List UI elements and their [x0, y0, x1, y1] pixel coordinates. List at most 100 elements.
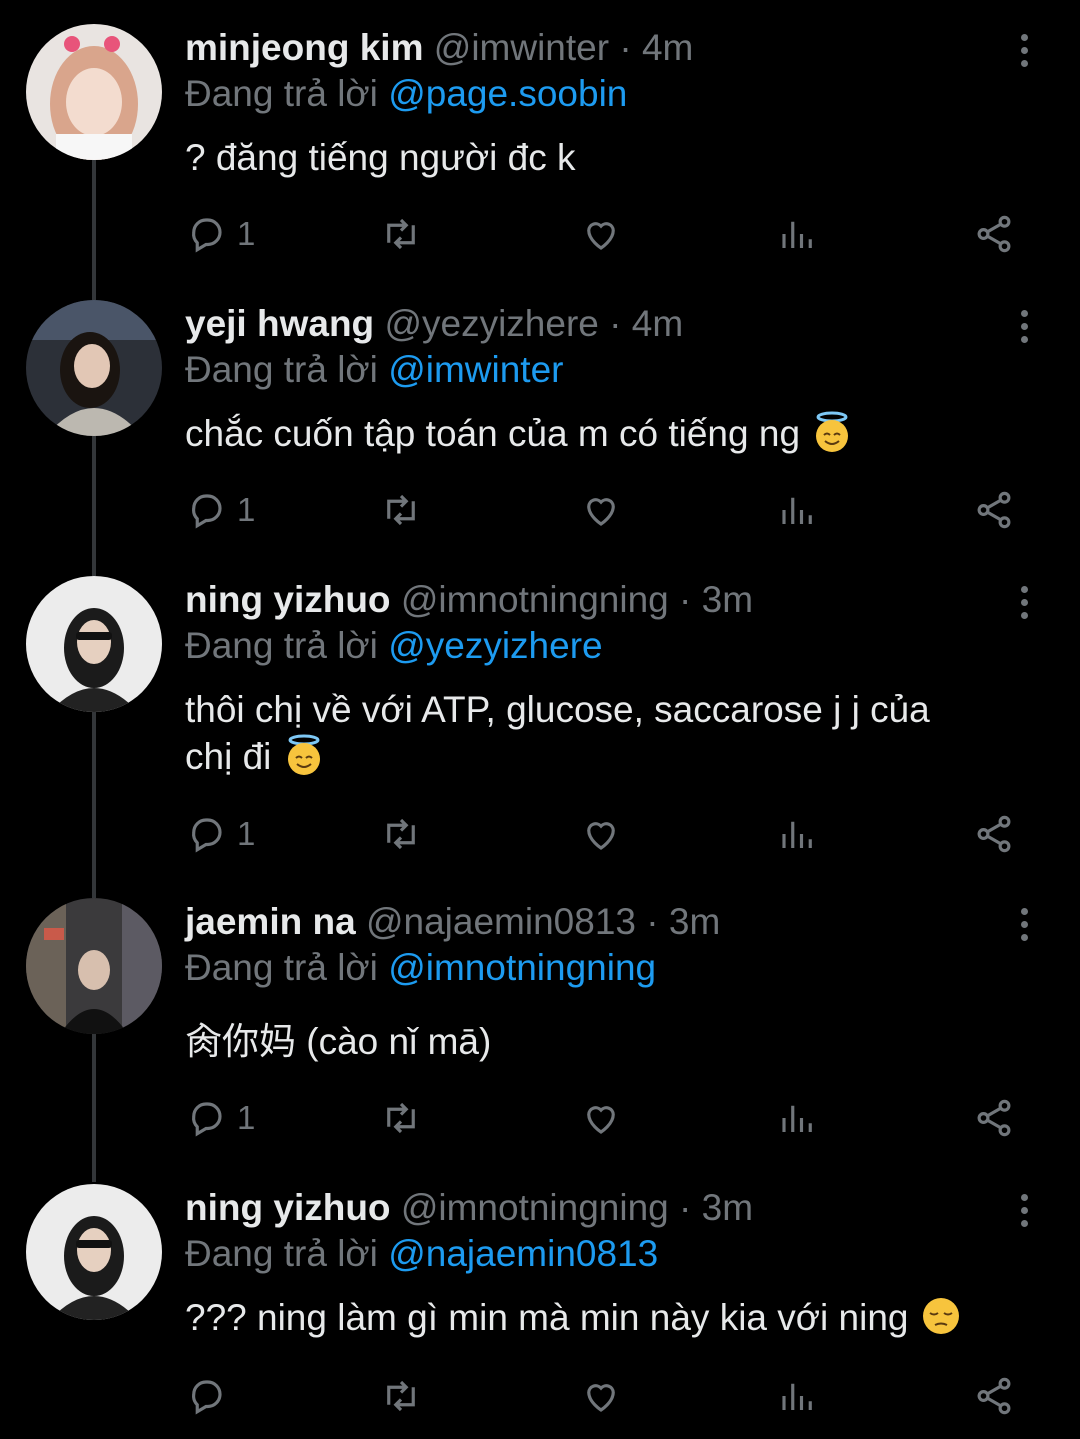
user-handle[interactable]: @imwinter — [434, 27, 609, 68]
timestamp[interactable]: · 3m — [646, 901, 720, 942]
reply-button[interactable]: 1 — [185, 1096, 255, 1140]
avatar[interactable] — [26, 1184, 162, 1320]
more-icon[interactable] — [1012, 310, 1036, 350]
views-icon — [782, 1383, 812, 1410]
reply-count: 1 — [237, 491, 256, 528]
views-button[interactable] — [777, 812, 819, 856]
tweet[interactable]: ning yizhuo @imnotningning · 3m Đang trả… — [0, 1184, 1080, 1434]
share-button[interactable] — [973, 212, 1015, 256]
tweet-text: chắc cuốn tập toán của m có tiếng ng — [185, 410, 1045, 457]
retweet-icon — [387, 1102, 415, 1134]
user-handle[interactable]: @imnotningning — [401, 579, 669, 620]
reply-mention-link[interactable]: @yezyizhere — [388, 625, 602, 666]
display-name[interactable]: jaemin na — [185, 901, 356, 942]
like-button[interactable] — [580, 1374, 622, 1418]
reply-context: Đang trả lời @imwinter — [185, 348, 564, 392]
avatar[interactable] — [26, 300, 162, 436]
action-bar: 1 — [185, 488, 1035, 532]
retweet-button[interactable] — [380, 812, 422, 856]
avatar[interactable] — [26, 24, 162, 160]
timestamp[interactable]: · 4m — [619, 27, 693, 68]
retweet-button[interactable] — [380, 488, 422, 532]
display-name[interactable]: yeji hwang — [185, 303, 374, 344]
retweet-button[interactable] — [380, 212, 422, 256]
user-handle[interactable]: @najaemin0813 — [366, 901, 636, 942]
more-icon[interactable] — [1012, 586, 1036, 626]
reply-mention-link[interactable]: @najaemin0813 — [388, 1233, 658, 1274]
timestamp[interactable]: · 3m — [679, 1187, 753, 1228]
share-button[interactable] — [973, 488, 1015, 532]
avatar[interactable] — [26, 898, 162, 1034]
tweet[interactable]: yeji hwang @yezyizhere · 4m Đang trả lời… — [0, 300, 1080, 550]
more-icon[interactable] — [1012, 1194, 1036, 1234]
like-button[interactable] — [580, 1096, 622, 1140]
avatar[interactable] — [26, 576, 162, 712]
like-icon — [587, 1384, 615, 1412]
tweet-text-line: ??? ning làm gì min mà min này kia với n… — [185, 1297, 909, 1338]
views-button[interactable] — [777, 1374, 819, 1418]
reply-button[interactable] — [185, 1374, 237, 1418]
tweet-text-line: ? đăng tiếng người đc k — [185, 137, 576, 178]
reply-count: 1 — [237, 815, 256, 852]
like-icon — [587, 498, 615, 526]
reply-mention-link[interactable]: @page.soobin — [388, 73, 627, 114]
share-button[interactable] — [973, 1374, 1015, 1418]
reply-button[interactable]: 1 — [185, 488, 255, 532]
tweet-header: yeji hwang @yezyizhere · 4m — [185, 302, 683, 346]
retweet-button[interactable] — [380, 1096, 422, 1140]
share-icon — [977, 1377, 1011, 1415]
tweet[interactable]: ning yizhuo @imnotningning · 3m Đang trả… — [0, 576, 1080, 876]
views-icon — [782, 221, 812, 248]
retweet-button[interactable] — [380, 1374, 422, 1418]
pensive-face-icon — [922, 1298, 959, 1334]
views-icon — [782, 821, 812, 848]
reply-button[interactable]: 1 — [185, 812, 255, 856]
like-icon — [587, 822, 615, 850]
reply-mention-link[interactable]: @imnotningning — [388, 947, 656, 988]
reply-context: Đang trả lời @yezyizhere — [185, 624, 603, 668]
tweet-header: jaemin na @najaemin0813 · 3m — [185, 900, 720, 944]
display-name[interactable]: minjeong kim — [185, 27, 423, 68]
like-button[interactable] — [580, 488, 622, 532]
share-icon — [977, 1099, 1011, 1137]
tweet-text: thôi chị về với ATP, glucose, saccarose … — [185, 686, 1045, 780]
timestamp[interactable]: · 4m — [609, 303, 683, 344]
display-name[interactable]: ning yizhuo — [185, 1187, 391, 1228]
like-icon — [587, 1106, 615, 1134]
share-icon — [977, 491, 1011, 529]
action-bar: 1 — [185, 1096, 1035, 1140]
tweet-text: 肏你妈 (cào nǐ mā) — [185, 1018, 1045, 1065]
retweet-icon — [387, 494, 415, 526]
share-button[interactable] — [973, 812, 1015, 856]
user-handle[interactable]: @imnotningning — [401, 1187, 669, 1228]
more-icon[interactable] — [1012, 908, 1036, 948]
tweet-header: minjeong kim @imwinter · 4m — [185, 26, 693, 70]
more-icon[interactable] — [1012, 34, 1036, 74]
reply-mention-link[interactable]: @imwinter — [388, 349, 563, 390]
reply-count: 1 — [237, 1099, 256, 1136]
tweet[interactable]: minjeong kim @imwinter · 4m Đang trả lời… — [0, 24, 1080, 274]
views-icon — [782, 497, 812, 524]
tweet[interactable]: jaemin na @najaemin0813 · 3m Đang trả lờ… — [0, 898, 1080, 1148]
tweet-text: ? đăng tiếng người đc k — [185, 134, 1045, 181]
reply-count: 1 — [237, 215, 256, 252]
share-button[interactable] — [973, 1096, 1015, 1140]
user-handle[interactable]: @yezyizhere — [384, 303, 598, 344]
reply-icon — [192, 218, 222, 253]
reply-prefix: Đang trả lời — [185, 947, 378, 988]
reply-prefix: Đang trả lời — [185, 625, 378, 666]
display-name[interactable]: ning yizhuo — [185, 579, 391, 620]
like-button[interactable] — [580, 812, 622, 856]
share-icon — [977, 815, 1011, 853]
timestamp[interactable]: · 3m — [679, 579, 753, 620]
reply-icon — [192, 1380, 222, 1415]
views-icon — [782, 1105, 812, 1132]
reply-context: Đang trả lời @imnotningning — [185, 946, 656, 990]
views-button[interactable] — [777, 1096, 819, 1140]
like-icon — [587, 222, 615, 250]
reply-button[interactable]: 1 — [185, 212, 255, 256]
tweet-text-line: chắc cuốn tập toán của m có tiếng ng — [185, 413, 801, 454]
like-button[interactable] — [580, 212, 622, 256]
views-button[interactable] — [777, 212, 819, 256]
views-button[interactable] — [777, 488, 819, 532]
